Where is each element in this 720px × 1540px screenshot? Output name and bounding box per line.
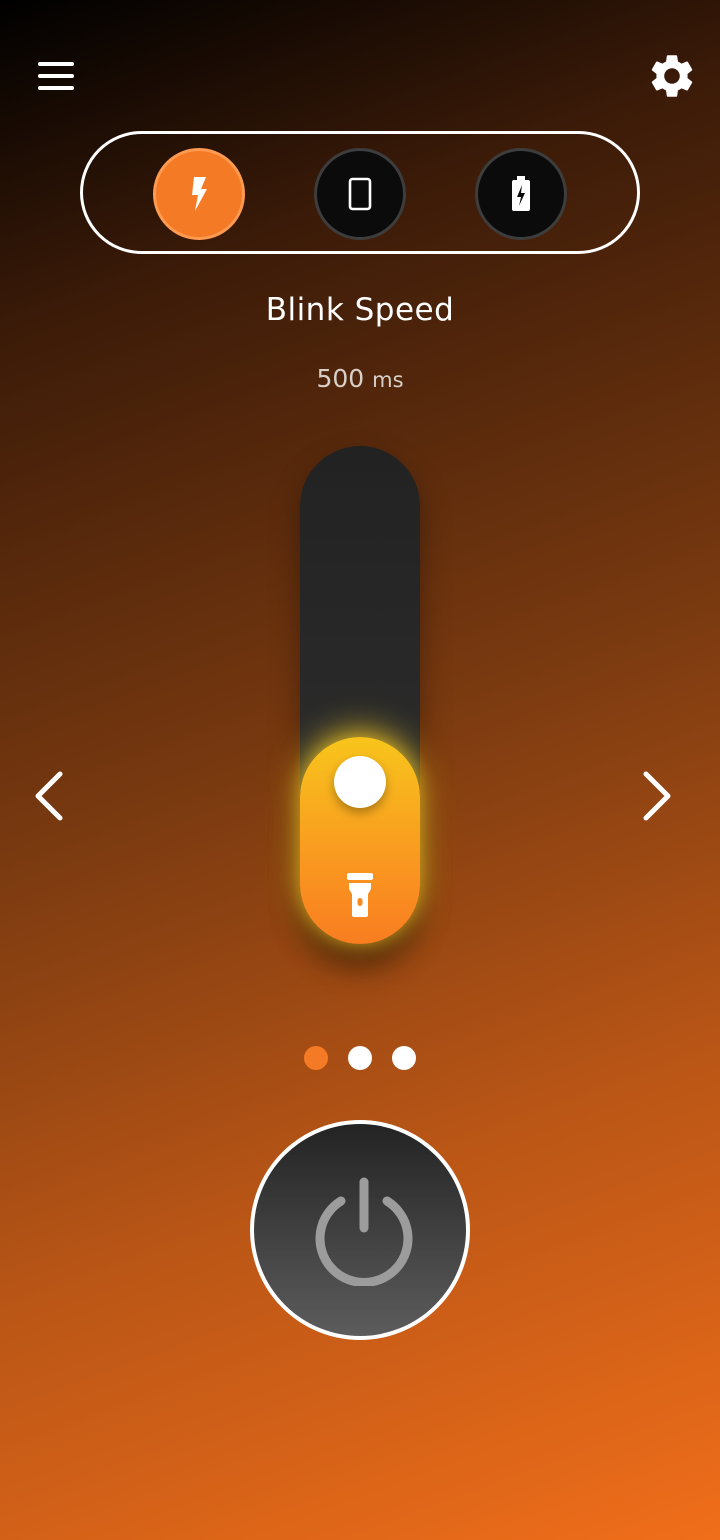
settings-button[interactable]: [646, 50, 698, 102]
blink-speed-value: 500: [316, 364, 365, 393]
blink-speed-title: Blink Speed: [265, 292, 455, 328]
lightning-icon: [192, 177, 207, 211]
blink-speed-readout: 500 ms: [0, 364, 720, 393]
page-dot-3[interactable]: [392, 1046, 416, 1070]
mode-button-blink[interactable]: [153, 148, 245, 240]
mode-button-battery[interactable]: [475, 148, 567, 240]
page-dot-1[interactable]: [304, 1046, 328, 1070]
mode-selector: [80, 131, 640, 254]
phone-screen-icon: [348, 177, 372, 211]
blink-speed-unit: ms: [372, 368, 404, 392]
previous-button[interactable]: [24, 766, 76, 826]
power-icon: [315, 1177, 413, 1286]
menu-icon: [38, 62, 74, 66]
power-button[interactable]: [250, 1120, 470, 1340]
chevron-left-icon: [35, 771, 63, 821]
battery-charging-icon: [512, 176, 530, 211]
flashlight-icon: [347, 873, 373, 917]
menu-button[interactable]: [30, 56, 82, 96]
slider-thumb[interactable]: [334, 756, 386, 808]
next-button[interactable]: [630, 766, 682, 826]
mode-button-screen[interactable]: [314, 148, 406, 240]
gear-icon: [651, 55, 693, 97]
chevron-right-icon: [643, 771, 671, 821]
page-dot-2[interactable]: [348, 1046, 372, 1070]
